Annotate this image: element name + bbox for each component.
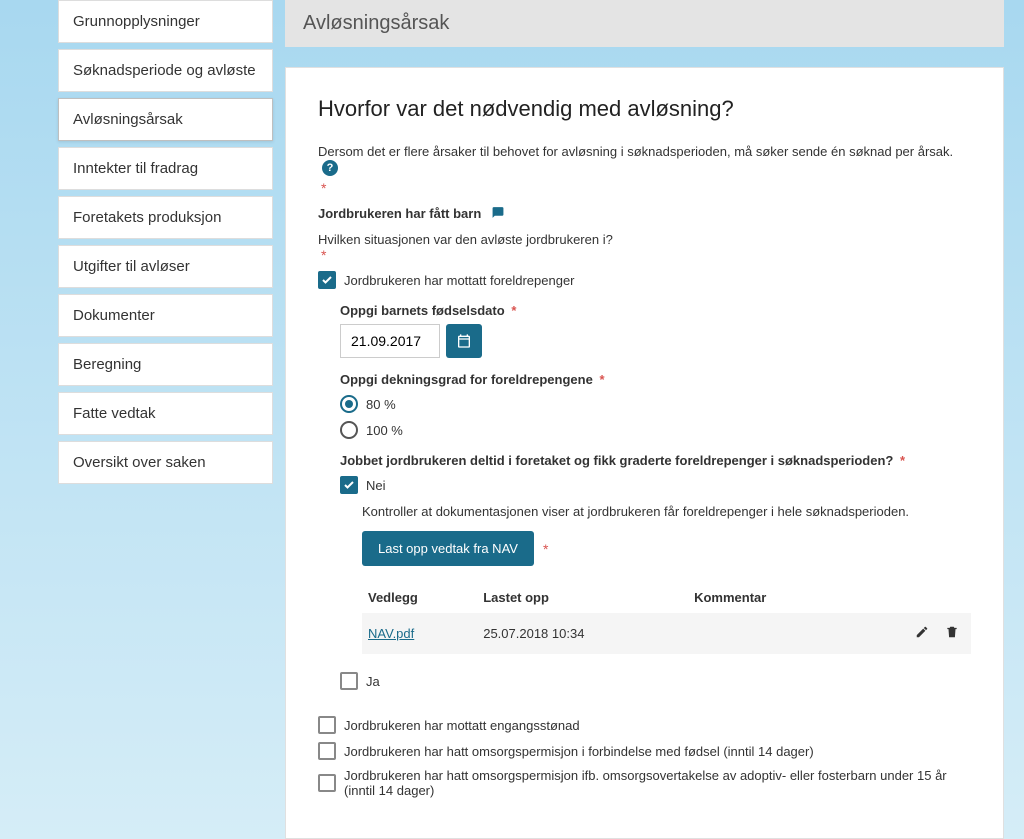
table-row: NAV.pdf 25.07.2018 10:34	[362, 613, 971, 654]
checkbox-foreldrepenger[interactable]	[318, 271, 336, 289]
sidebar-item-avlosningsarsak[interactable]: Avløsningsårsak	[58, 98, 273, 141]
sidebar: Grunnopplysninger Søknadsperiode og avlø…	[58, 0, 273, 839]
vedlegg-link[interactable]: NAV.pdf	[368, 626, 414, 641]
radio-100-row: 100 %	[340, 421, 971, 439]
radio-100-label: 100 %	[366, 423, 403, 438]
upload-vedtak-button[interactable]: Last opp vedtak fra NAV	[362, 531, 534, 566]
comment-icon[interactable]	[491, 206, 505, 222]
checkbox-foreldrepenger-row: Jordbrukeren har mottatt foreldrepenger	[318, 271, 971, 289]
checkbox-omsorg-fodsel-row: Jordbrukeren har hatt omsorgspermisjon i…	[318, 742, 971, 760]
content-panel: Hvorfor var det nødvendig med avløsning?…	[285, 67, 1004, 839]
sidebar-item-dokumenter[interactable]: Dokumenter	[58, 294, 273, 337]
calendar-button[interactable]	[446, 324, 482, 358]
trash-icon	[945, 625, 959, 639]
col-vedlegg: Vedlegg	[362, 582, 477, 613]
checkbox-nei-row: Nei	[340, 476, 971, 494]
checkbox-omsorg-adoptiv-label: Jordbrukeren har hatt omsorgspermisjon i…	[344, 768, 971, 798]
delete-button[interactable]	[939, 623, 965, 644]
sidebar-item-oversikt[interactable]: Oversikt over saken	[58, 441, 273, 484]
birthdate-row	[340, 324, 971, 358]
checkbox-omsorg-adoptiv[interactable]	[318, 774, 336, 792]
calendar-icon	[456, 333, 472, 349]
vedlegg-date: 25.07.2018 10:34	[477, 613, 688, 654]
main-content: Avløsningsårsak Hvorfor var det nødvendi…	[285, 0, 1004, 839]
sidebar-item-grunnopplysninger[interactable]: Grunnopplysninger	[58, 0, 273, 43]
col-kommentar: Kommentar	[688, 582, 845, 613]
checkbox-ja-label: Ja	[366, 674, 380, 689]
kontroller-text: Kontroller at dokumentasjonen viser at j…	[362, 504, 971, 519]
sidebar-item-fatte-vedtak[interactable]: Fatte vedtak	[58, 392, 273, 435]
pencil-icon	[915, 625, 929, 639]
page-title: Avløsningsårsak	[285, 0, 1004, 47]
checkbox-omsorg-adoptiv-row: Jordbrukeren har hatt omsorgspermisjon i…	[318, 768, 971, 798]
deltid-question: Jobbet jordbrukeren deltid i foretaket o…	[340, 453, 971, 468]
checkbox-ja-row: Ja	[340, 672, 971, 690]
checkbox-omsorg-fodsel[interactable]	[318, 742, 336, 760]
checkbox-engangs[interactable]	[318, 716, 336, 734]
help-icon[interactable]: ?	[322, 160, 338, 176]
situation-question: Hvilken situasjonen var den avløste jord…	[318, 232, 971, 247]
dekningsgrad-label-text: Oppgi dekningsgrad for foreldrepengene	[340, 372, 593, 387]
radio-80[interactable]	[340, 395, 358, 413]
intro-text-body: Dersom det er flere årsaker til behovet …	[318, 144, 953, 159]
required-mark: *	[321, 180, 971, 196]
section-heading: Hvorfor var det nødvendig med avløsning?	[318, 96, 971, 122]
radio-80-label: 80 %	[366, 397, 396, 412]
checkbox-nei[interactable]	[340, 476, 358, 494]
radio-80-row: 80 %	[340, 395, 971, 413]
checkbox-ja[interactable]	[340, 672, 358, 690]
checkbox-foreldrepenger-label: Jordbrukeren har mottatt foreldrepenger	[344, 273, 575, 288]
sidebar-item-soknadsperiode[interactable]: Søknadsperiode og avløste	[58, 49, 273, 92]
reason-label: Jordbrukeren har fått barn	[318, 206, 971, 223]
sidebar-item-utgifter[interactable]: Utgifter til avløser	[58, 245, 273, 288]
vedlegg-table: Vedlegg Lastet opp Kommentar NAV.pdf 25.…	[362, 582, 971, 654]
dekningsgrad-label: Oppgi dekningsgrad for foreldrepengene *	[340, 372, 971, 387]
intro-text: Dersom det er flere årsaker til behovet …	[318, 144, 971, 176]
checkbox-engangs-label: Jordbrukeren har mottatt engangsstønad	[344, 718, 580, 733]
birthdate-label: Oppgi barnets fødselsdato *	[340, 303, 971, 318]
checkbox-nei-label: Nei	[366, 478, 386, 493]
checkbox-omsorg-fodsel-label: Jordbrukeren har hatt omsorgspermisjon i…	[344, 744, 814, 759]
edit-button[interactable]	[909, 623, 935, 644]
radio-100[interactable]	[340, 421, 358, 439]
sidebar-item-foretakets-produksjon[interactable]: Foretakets produksjon	[58, 196, 273, 239]
checkbox-engangs-row: Jordbrukeren har mottatt engangsstønad	[318, 716, 971, 734]
birthdate-input[interactable]	[340, 324, 440, 358]
birthdate-label-text: Oppgi barnets fødselsdato	[340, 303, 505, 318]
col-lastet: Lastet opp	[477, 582, 688, 613]
required-mark-2: *	[321, 247, 971, 263]
deltid-question-text: Jobbet jordbrukeren deltid i foretaket o…	[340, 453, 893, 468]
vedlegg-kommentar	[688, 613, 845, 654]
sidebar-item-inntekter[interactable]: Inntekter til fradrag	[58, 147, 273, 190]
sidebar-item-beregning[interactable]: Beregning	[58, 343, 273, 386]
reason-label-text: Jordbrukeren har fått barn	[318, 206, 481, 221]
